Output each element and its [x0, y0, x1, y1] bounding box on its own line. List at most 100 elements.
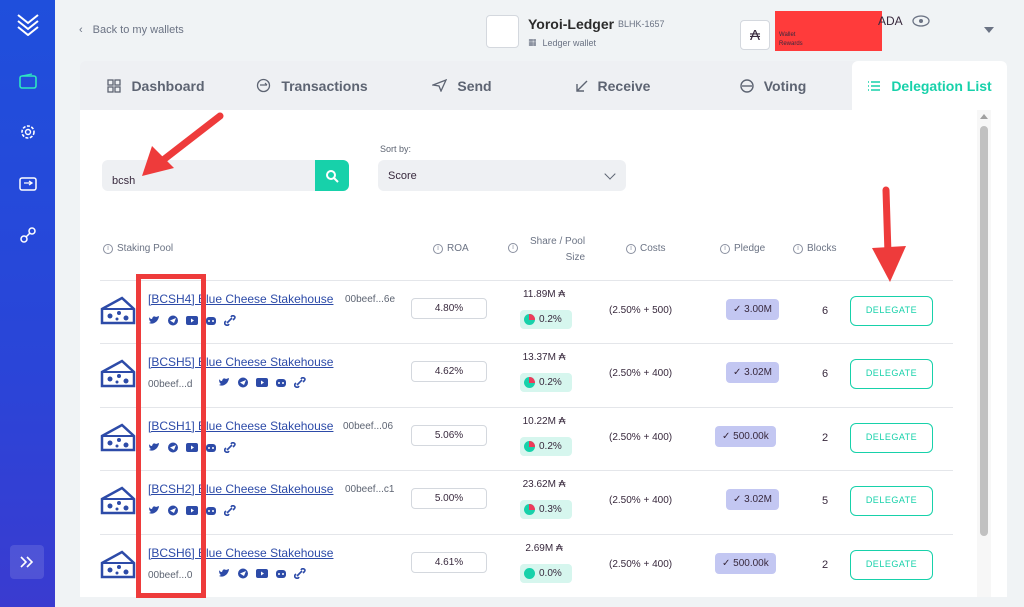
roa-value: 5.00% — [411, 488, 487, 509]
wallet-label: Wallet — [779, 32, 796, 38]
cheese-logo-icon — [100, 549, 136, 586]
pledge-badge: ✓ 3.00M — [726, 299, 779, 320]
double-chevron-right-icon[interactable] — [10, 545, 44, 579]
share-value: 0.0% — [539, 568, 562, 579]
wallet-icon[interactable] — [14, 67, 41, 94]
social-links — [218, 377, 306, 388]
tab-label: Dashboard — [131, 77, 205, 94]
share-badge: 0.2% — [520, 310, 572, 329]
blocks-value: 5 — [822, 495, 829, 507]
pool-hash: 00beef...c1 — [345, 484, 395, 495]
discord-icon[interactable] — [205, 315, 217, 326]
telegram-icon[interactable] — [237, 377, 249, 388]
link-icon[interactable] — [224, 505, 236, 516]
pie-icon — [524, 377, 535, 388]
info-icon: i — [508, 243, 518, 253]
pool-hash: 00beef...06 — [343, 421, 394, 432]
pool-size: 13.37M ₳ — [522, 352, 566, 363]
tab-voting[interactable]: Voting — [694, 61, 852, 110]
pie-icon — [524, 441, 535, 452]
blocks-value: 2 — [822, 559, 829, 571]
wallet-name: Yoroi-Ledger — [528, 16, 615, 32]
staking-icon[interactable] — [14, 221, 41, 248]
delegate-button[interactable]: DELEGATE — [850, 550, 933, 580]
costs-value: (2.50% + 400) — [609, 368, 673, 379]
costs-value: (2.50% + 500) — [609, 305, 673, 316]
link-icon[interactable] — [224, 442, 236, 453]
discord-icon[interactable] — [275, 377, 287, 388]
chevron-down-icon — [604, 168, 616, 180]
youtube-icon[interactable] — [256, 568, 268, 579]
scrollbar[interactable] — [977, 110, 991, 597]
share-badge: 0.0% — [520, 564, 572, 583]
roa-value: 4.61% — [411, 552, 487, 573]
info-icon: i — [433, 243, 443, 254]
eye-icon[interactable] — [912, 14, 930, 32]
twitter-icon[interactable] — [218, 377, 230, 388]
blocks-value: 6 — [822, 305, 829, 317]
sort-select[interactable]: Score — [378, 160, 626, 191]
yoroi-logo-icon[interactable] — [14, 10, 41, 37]
currency-label: ADA — [878, 14, 903, 28]
col-share: i Share / Pool Size — [508, 234, 585, 266]
chevron-left-icon: ‹ — [79, 24, 83, 36]
youtube-icon[interactable] — [256, 377, 268, 388]
wallet-dropdown-icon[interactable] — [984, 27, 994, 33]
discord-icon[interactable] — [275, 568, 287, 579]
delegate-button[interactable]: DELEGATE — [850, 296, 933, 326]
wallet-type-label: Ledger wallet — [542, 37, 597, 48]
col-label: Staking Pool — [117, 243, 174, 254]
pledge-badge: ✓ 3.02M — [726, 489, 779, 510]
transactions-icon — [257, 78, 271, 93]
search-button[interactable] — [315, 160, 349, 191]
delegate-button[interactable]: DELEGATE — [850, 359, 933, 389]
tab-label: Voting — [763, 77, 807, 94]
share-value: 0.3% — [539, 504, 562, 515]
discord-icon[interactable] — [205, 442, 217, 453]
delegate-button[interactable]: DELEGATE — [850, 486, 933, 516]
search-icon — [326, 169, 339, 183]
twitter-icon[interactable] — [218, 568, 230, 579]
link-icon[interactable] — [294, 568, 306, 579]
wallet-id: BLHK-1657 — [618, 19, 665, 29]
tab-bar: Dashboard Transactions Send Receive Voti… — [80, 61, 1007, 110]
scroll-up-icon[interactable] — [980, 114, 988, 119]
col-label: Costs — [640, 243, 666, 254]
transfer-icon[interactable] — [14, 170, 41, 197]
cheese-logo-icon — [100, 295, 136, 332]
link-icon[interactable] — [224, 315, 236, 326]
wallet-type: ▦ Ledger wallet — [528, 37, 596, 48]
sort-by-label: Sort by: — [380, 144, 412, 154]
info-icon: i — [720, 243, 730, 254]
tab-transactions[interactable]: Transactions — [232, 61, 392, 110]
col-label: Blocks — [807, 243, 837, 254]
delegate-button[interactable]: DELEGATE — [850, 423, 933, 453]
pool-hash: 00beef...6e — [345, 294, 396, 305]
tab-dashboard[interactable]: Dashboard — [80, 61, 232, 110]
pie-icon — [524, 504, 535, 515]
tab-label: Delegation List — [891, 77, 992, 94]
blocks-value: 2 — [822, 432, 829, 444]
table-row: [BCSH6] Blue Cheese Stakehouse 00beef...… — [100, 534, 953, 598]
settings-icon[interactable] — [14, 118, 41, 145]
table-row: [BCSH5] Blue Cheese Stakehouse 00beef...… — [100, 343, 953, 407]
discord-icon[interactable] — [205, 505, 217, 516]
pool-size: 10.22M ₳ — [522, 416, 566, 427]
col-share-label: Share / Pool Size — [530, 234, 585, 266]
send-icon — [432, 79, 448, 92]
back-to-wallets-link[interactable]: ‹ Back to my wallets — [79, 24, 184, 36]
sort-value: Score — [388, 170, 417, 182]
col-label: Share / Pool — [530, 236, 586, 247]
ada-icon: ₳ — [740, 20, 770, 50]
share-value: 0.2% — [539, 377, 562, 388]
tab-receive[interactable]: Receive — [532, 61, 694, 110]
telegram-icon[interactable] — [237, 568, 249, 579]
tab-delegation-list[interactable]: Delegation List — [852, 61, 1007, 110]
annotation-arrow-down-icon — [872, 186, 906, 282]
rewards-label: Rewards — [779, 41, 803, 47]
link-icon[interactable] — [294, 377, 306, 388]
scroll-thumb[interactable] — [980, 126, 988, 536]
tab-send[interactable]: Send — [392, 61, 532, 110]
pool-size: 2.69M ₳ — [525, 543, 563, 554]
pledge-badge: ✓ 500.00k — [715, 426, 776, 447]
